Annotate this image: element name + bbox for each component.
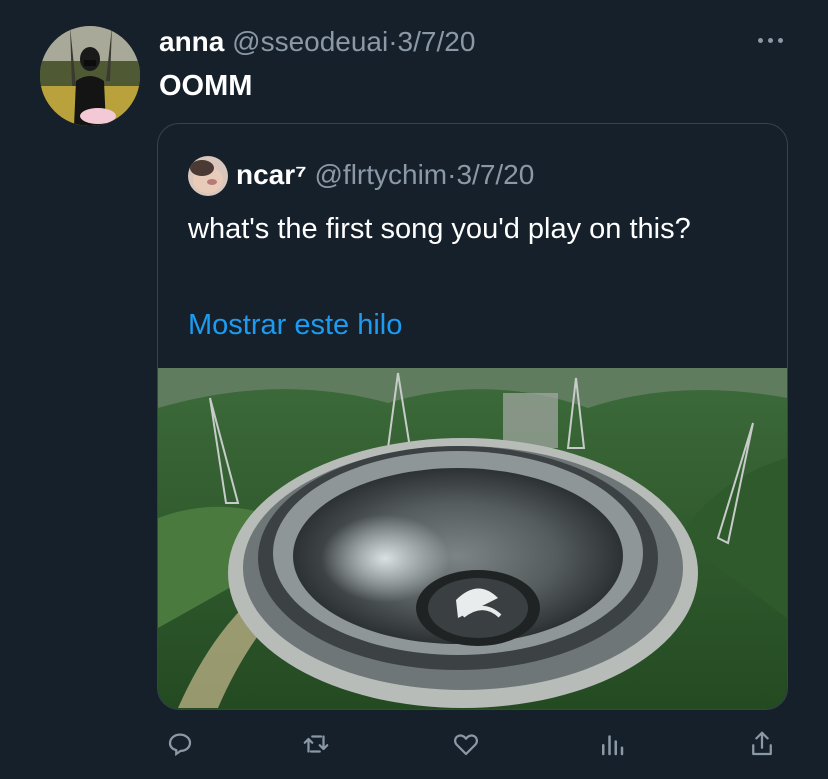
quoted-tweet-header: ncar⁷ @flrtychim·3/7/20 (236, 156, 534, 194)
more-options-icon[interactable] (752, 28, 788, 52)
analytics-icon[interactable] (592, 726, 632, 762)
quoted-author-handle[interactable]: @flrtychim (314, 159, 447, 190)
retweet-icon[interactable] (296, 726, 336, 762)
heart-icon[interactable] (446, 726, 486, 762)
tweet-actions-bar (0, 726, 828, 766)
show-thread-link[interactable]: Mostrar este hilo (188, 305, 402, 345)
tweet-text: OOMM (159, 70, 253, 102)
quoted-tweet-date[interactable]: 3/7/20 (456, 159, 534, 190)
quoted-tweet-image[interactable] (158, 368, 787, 709)
tweet-header: anna @sseodeuai·3/7/20 (159, 24, 475, 60)
tweet-date[interactable]: 3/7/20 (398, 26, 476, 57)
quoted-tweet-text: what's the first song you'd play on this… (188, 213, 691, 245)
quoted-author-avatar[interactable] (188, 156, 228, 196)
author-avatar[interactable] (40, 26, 140, 126)
author-handle[interactable]: @sseodeuai (232, 26, 388, 57)
quoted-tweet-card[interactable]: ncar⁷ @flrtychim·3/7/20 what's the first… (157, 123, 788, 710)
author-name[interactable]: anna (159, 26, 224, 57)
header-separator: · (388, 26, 398, 57)
quoted-author-name[interactable]: ncar⁷ (236, 159, 307, 190)
reply-icon[interactable] (160, 726, 200, 762)
share-icon[interactable] (742, 726, 782, 762)
